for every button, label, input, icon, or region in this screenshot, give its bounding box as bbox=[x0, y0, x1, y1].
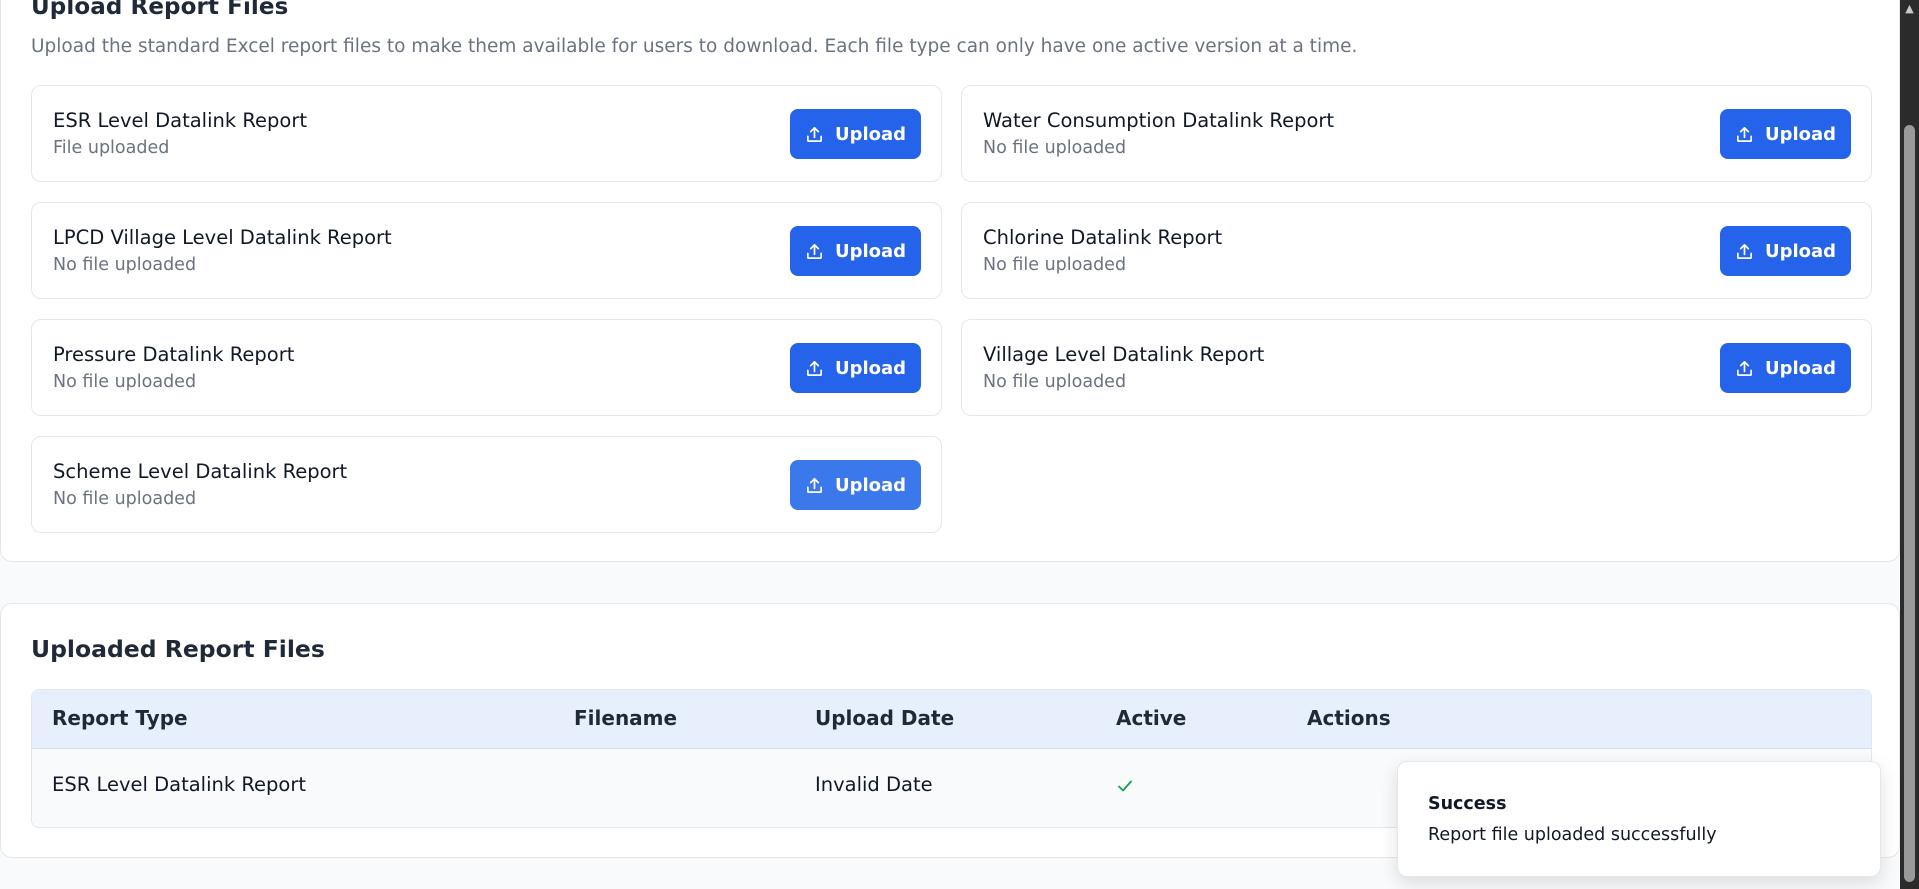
upload-button-label: Upload bbox=[1764, 357, 1837, 379]
upload-button-label: Upload bbox=[1764, 240, 1837, 262]
upload-icon bbox=[806, 360, 822, 376]
toast-title: Success bbox=[1428, 794, 1507, 814]
toast-message: Report file uploaded successfully bbox=[1428, 825, 1717, 845]
report-item-village-level: Village Level Datalink Report No file up… bbox=[961, 319, 1872, 416]
page: Upload Report Files Upload the standard … bbox=[0, 0, 1900, 889]
report-status: No file uploaded bbox=[983, 255, 1127, 275]
upload-button[interactable]: Upload bbox=[790, 109, 921, 159]
upload-button[interactable]: Upload bbox=[790, 460, 921, 510]
upload-icon bbox=[1736, 126, 1752, 142]
upload-button[interactable]: Upload bbox=[1720, 109, 1851, 159]
report-status: File uploaded bbox=[53, 138, 170, 158]
column-header-filename: Filename bbox=[574, 706, 678, 730]
upload-button[interactable]: Upload bbox=[1720, 226, 1851, 276]
upload-button-label: Upload bbox=[834, 474, 907, 496]
report-name: Water Consumption Datalink Report bbox=[983, 109, 1335, 132]
report-name: Village Level Datalink Report bbox=[983, 343, 1265, 366]
upload-icon bbox=[1736, 360, 1752, 376]
report-name: Chlorine Datalink Report bbox=[983, 226, 1223, 249]
report-name: Pressure Datalink Report bbox=[53, 343, 295, 366]
column-header-active: Active bbox=[1116, 706, 1187, 730]
cell-report-type: ESR Level Datalink Report bbox=[52, 773, 307, 796]
report-name: ESR Level Datalink Report bbox=[53, 109, 308, 132]
upload-section-description: Upload the standard Excel report files t… bbox=[31, 36, 1358, 57]
upload-icon bbox=[1736, 243, 1752, 259]
upload-button[interactable]: Upload bbox=[790, 343, 921, 393]
report-name: LPCD Village Level Datalink Report bbox=[53, 226, 392, 249]
report-status: No file uploaded bbox=[983, 138, 1127, 158]
report-item-water-consumption: Water Consumption Datalink Report No fil… bbox=[961, 85, 1872, 182]
report-status: No file uploaded bbox=[53, 372, 197, 392]
upload-icon bbox=[806, 126, 822, 142]
report-status: No file uploaded bbox=[53, 489, 197, 509]
upload-button-label: Upload bbox=[834, 357, 907, 379]
upload-icon bbox=[806, 243, 822, 259]
column-header-upload-date: Upload Date bbox=[815, 706, 955, 730]
report-file-grid: ESR Level Datalink Report File uploaded … bbox=[31, 85, 1872, 533]
upload-button-label: Upload bbox=[834, 123, 907, 145]
cell-upload-date: Invalid Date bbox=[815, 773, 933, 796]
report-item-lpcd-village-level: LPCD Village Level Datalink Report No fi… bbox=[31, 202, 942, 299]
upload-section-title: Upload Report Files bbox=[31, 0, 289, 20]
upload-button[interactable]: Upload bbox=[790, 226, 921, 276]
upload-button-label: Upload bbox=[834, 240, 907, 262]
report-item-scheme-level: Scheme Level Datalink Report No file upl… bbox=[31, 436, 942, 533]
report-status: No file uploaded bbox=[53, 255, 197, 275]
report-item-chlorine: Chlorine Datalink Report No file uploade… bbox=[961, 202, 1872, 299]
upload-button[interactable]: Upload bbox=[1720, 343, 1851, 393]
success-toast: Success Report file uploaded successfull… bbox=[1397, 761, 1881, 877]
uploaded-section-title: Uploaded Report Files bbox=[31, 635, 325, 663]
column-header-actions: Actions bbox=[1307, 706, 1391, 730]
vertical-scrollbar[interactable]: ▲ bbox=[1900, 0, 1919, 889]
scroll-up-arrow-icon[interactable]: ▲ bbox=[1900, 0, 1919, 17]
report-name: Scheme Level Datalink Report bbox=[53, 460, 348, 483]
scrollbar-thumb[interactable] bbox=[1904, 125, 1915, 882]
upload-button-label: Upload bbox=[1764, 123, 1837, 145]
upload-icon bbox=[806, 477, 822, 493]
report-item-esr-level: ESR Level Datalink Report File uploaded … bbox=[31, 85, 942, 182]
report-status: No file uploaded bbox=[983, 372, 1127, 392]
upload-report-files-card: Upload Report Files Upload the standard … bbox=[0, 0, 1900, 562]
check-icon bbox=[1118, 780, 1132, 792]
table-header: Report Type Filename Upload Date Active … bbox=[32, 690, 1871, 749]
column-header-report-type: Report Type bbox=[52, 706, 188, 730]
report-item-pressure: Pressure Datalink Report No file uploade… bbox=[31, 319, 942, 416]
